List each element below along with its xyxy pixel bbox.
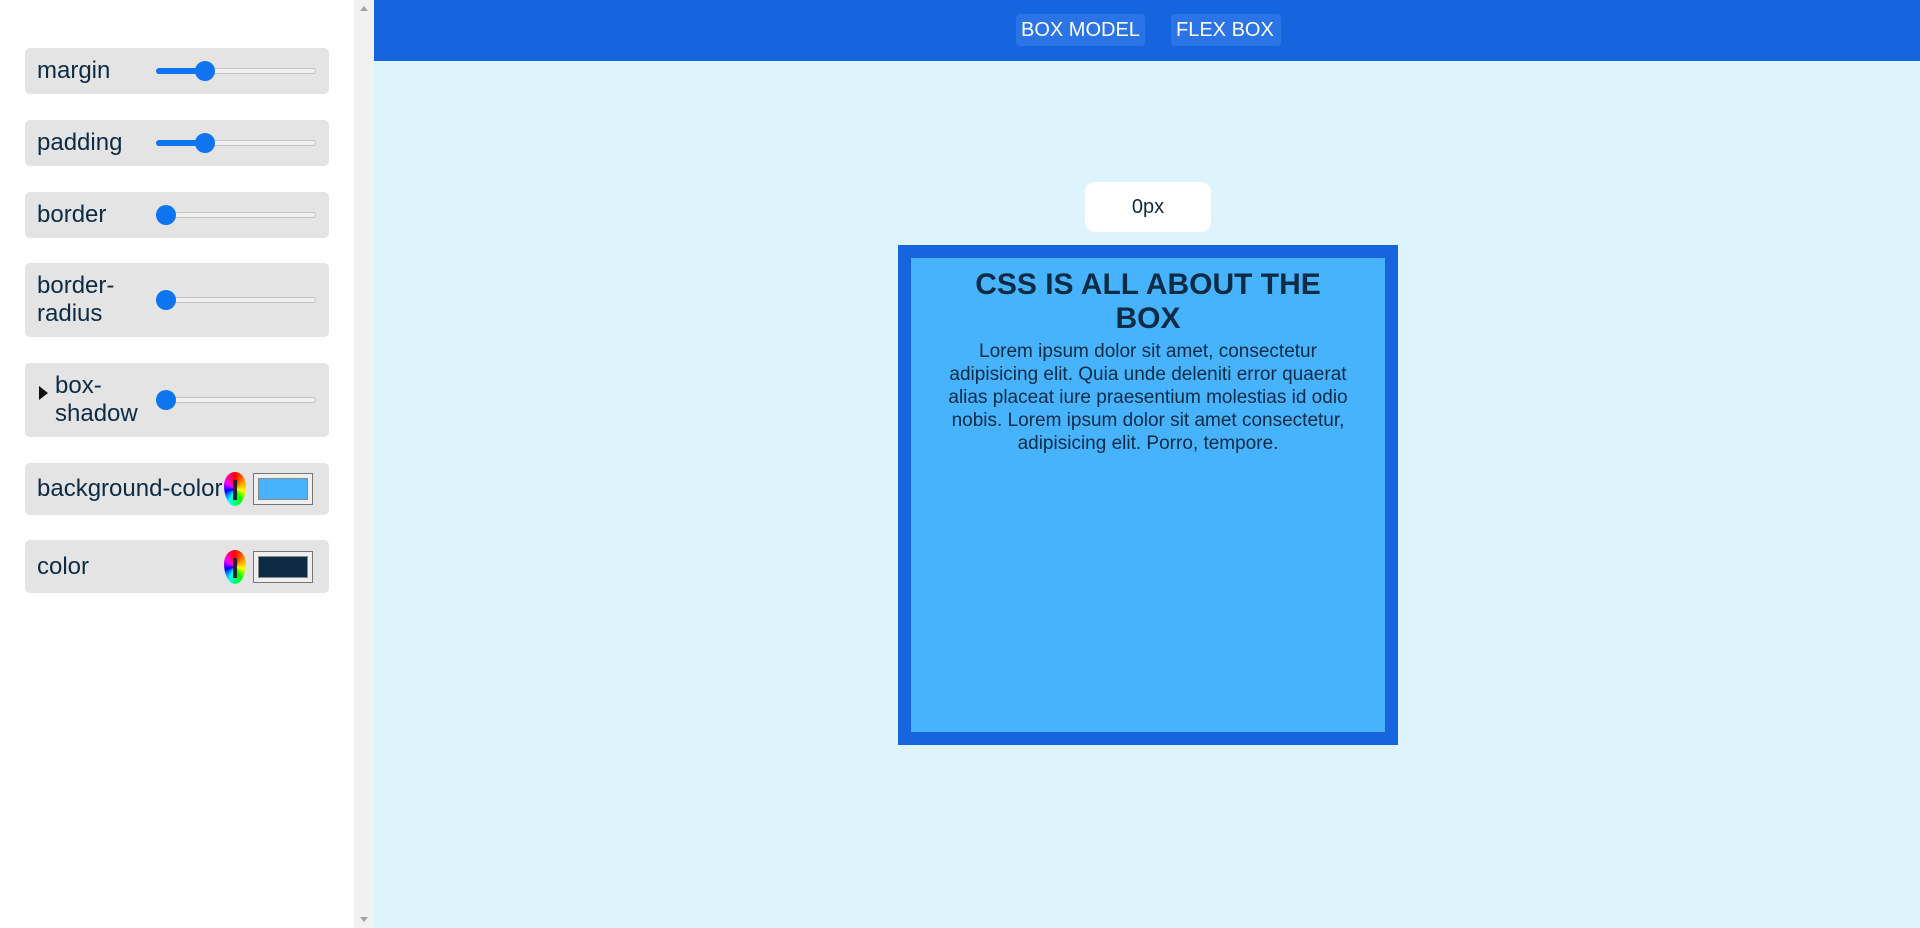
- background-color-control: background-color: [25, 463, 329, 515]
- padding-slider[interactable]: [156, 131, 316, 155]
- margin-slider-thumb[interactable]: [195, 61, 216, 81]
- border-radius-slider-thumb[interactable]: [156, 290, 176, 310]
- scroll-up-arrow-icon[interactable]: [360, 6, 368, 11]
- margin-label: margin: [37, 57, 111, 84]
- border-label: border: [37, 201, 107, 228]
- color-label: color: [37, 553, 90, 580]
- demo-box-title: CSS IS ALL ABOUT THE BOX: [975, 268, 1321, 335]
- nav-box-model-button[interactable]: BOX MODEL: [1016, 14, 1145, 46]
- box-shadow-control: box- shadow: [25, 363, 329, 437]
- controls-sidebar: margin padding border border- radius box…: [0, 0, 354, 928]
- expand-triangle-icon[interactable]: [39, 386, 48, 400]
- border-radius-slider[interactable]: [156, 288, 316, 312]
- margin-control: margin: [25, 48, 329, 94]
- padding-label: padding: [37, 129, 123, 156]
- color-wheel-icon[interactable]: [224, 472, 246, 506]
- top-nav-bar: BOX MODEL FLEX BOX: [374, 0, 1920, 61]
- scroll-down-arrow-icon[interactable]: [360, 917, 368, 922]
- background-color-label: background-color: [37, 475, 223, 502]
- preview-area: BOX MODEL FLEX BOX 0px CSS IS ALL ABOUT …: [374, 0, 1920, 928]
- nav-flex-box-button[interactable]: FLEX BOX: [1171, 14, 1281, 46]
- border-slider[interactable]: [156, 203, 316, 227]
- sidebar-scrollbar[interactable]: [354, 0, 374, 928]
- border-radius-label-line2: radius: [37, 300, 103, 327]
- box-shadow-label-line2: shadow: [55, 400, 138, 427]
- border-slider-thumb[interactable]: [156, 205, 176, 225]
- color-control: color: [25, 540, 329, 593]
- background-color-swatch[interactable]: [253, 473, 313, 505]
- box-shadow-slider[interactable]: [156, 388, 316, 412]
- color-swatch[interactable]: [253, 551, 313, 583]
- margin-slider[interactable]: [156, 59, 316, 83]
- border-radius-label-line1: border-: [37, 272, 115, 299]
- value-readout: 0px: [1085, 182, 1211, 232]
- color-wheel-icon[interactable]: [224, 550, 246, 584]
- border-radius-control: border- radius: [25, 263, 329, 337]
- border-control: border: [25, 192, 329, 238]
- box-shadow-slider-thumb[interactable]: [156, 390, 176, 410]
- demo-box-text: Lorem ipsum dolor sit amet, consectetur …: [948, 341, 1348, 454]
- demo-box: CSS IS ALL ABOUT THE BOX Lorem ipsum dol…: [898, 245, 1398, 745]
- padding-control: padding: [25, 120, 329, 166]
- box-shadow-label-line1: box-: [55, 372, 102, 399]
- padding-slider-thumb[interactable]: [195, 133, 216, 153]
